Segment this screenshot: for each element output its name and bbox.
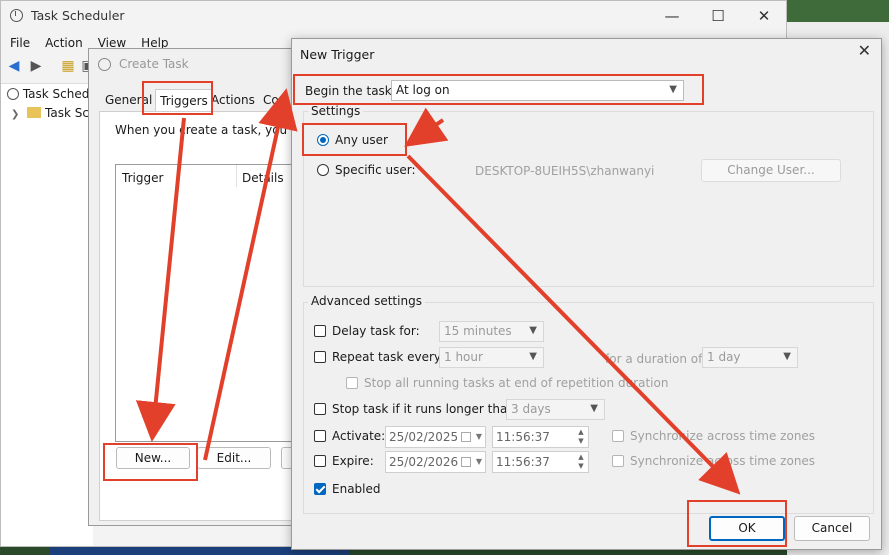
annotation-arrow-new-to-begin bbox=[203, 88, 298, 461]
annotation-arrow-to-any-user bbox=[404, 107, 449, 147]
annotation-arrow-any-user-to-ok bbox=[406, 154, 741, 495]
annotation-arrow-triggers-to-new bbox=[135, 117, 186, 442]
annotation-arrows bbox=[135, 88, 741, 495]
